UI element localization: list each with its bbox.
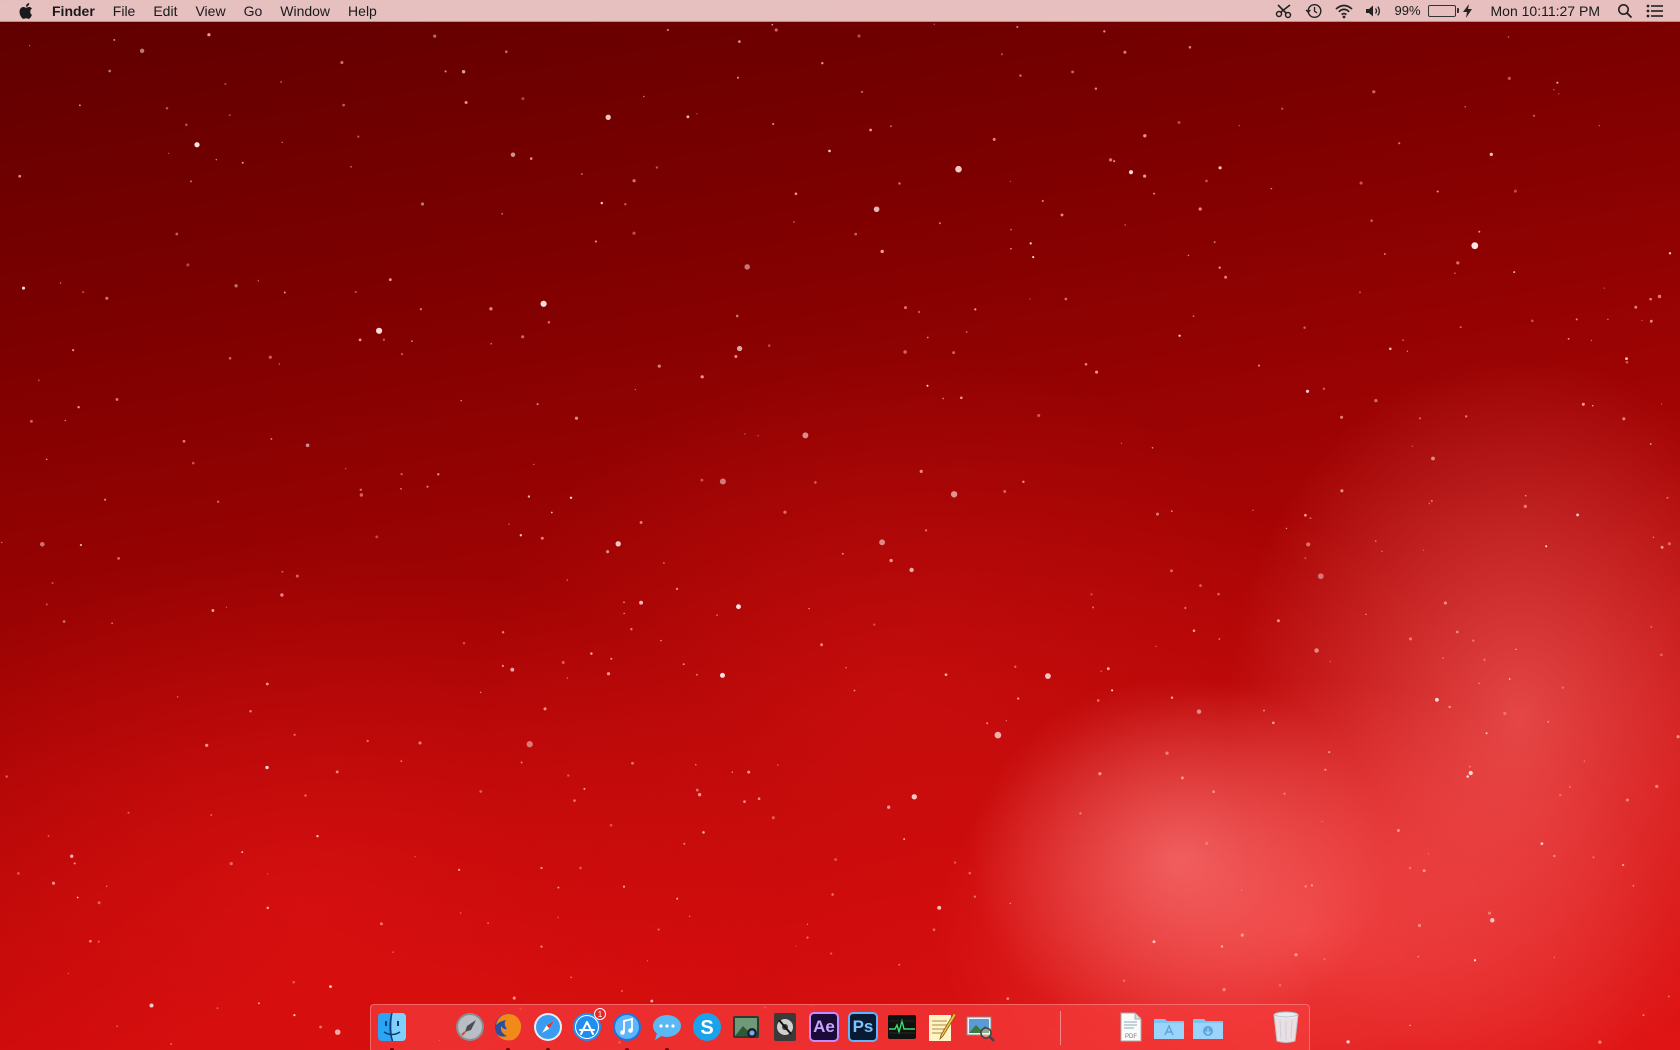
notification-center-icon[interactable] [1645,3,1665,19]
dock: 1 S Ae Ps PDF [370,1004,1310,1050]
menu-app-name[interactable]: Finder [52,0,104,22]
apple-icon[interactable] [18,2,34,19]
itunes-icon [613,1013,641,1041]
charging-bolt-icon [1463,3,1473,19]
menu-edit[interactable]: Edit [144,0,186,22]
time-machine-icon[interactable] [1304,3,1324,19]
battery-icon[interactable] [1427,4,1459,17]
final-cut-icon [774,1013,796,1041]
after-effects-icon: Ae [809,1012,839,1042]
photo-booth-icon [733,1016,759,1038]
launchpad-icon [456,1013,484,1041]
dock-item-trash[interactable] [1269,1010,1303,1044]
dock-item-launchpad[interactable] [453,1010,487,1044]
finder-icon [378,1012,406,1042]
spotlight-search-icon[interactable] [1615,3,1635,19]
battery-percent[interactable]: 99% [1389,3,1425,18]
menu-bar: Finder File Edit View Go Window Help 99%… [0,0,1680,22]
safari-icon [534,1013,562,1041]
firefox-icon [495,1014,522,1041]
menu-bar-status-area: 99% Mon 10:11:27 PM [1269,0,1680,22]
dock-item-activity-monitor[interactable] [885,1010,919,1044]
menu-go[interactable]: Go [235,0,272,22]
skype-icon: S [693,1013,721,1041]
photoshop-icon: Ps [848,1012,878,1042]
wifi-icon[interactable] [1334,3,1354,19]
messages-icon [653,1015,681,1040]
dock-item-safari[interactable] [531,1010,565,1050]
trash-icon [1273,1011,1299,1043]
applications-folder-icon [1154,1019,1184,1039]
dock-separator [1060,1011,1061,1045]
dock-item-textedit[interactable] [924,1010,958,1044]
dock-item-pdf-document[interactable]: PDF [1113,1010,1147,1044]
menu-window[interactable]: Window [271,0,339,22]
dock-item-itunes[interactable] [610,1010,644,1050]
dock-item-photoshop[interactable]: Ps [846,1010,880,1044]
dock-item-firefox[interactable] [491,1010,525,1050]
starfield [1,23,1680,1045]
dock-item-app-store[interactable]: 1 [570,1008,606,1044]
dock-item-downloads-folder[interactable] [1191,1010,1225,1044]
menu-clock[interactable]: Mon 10:11:27 PM [1477,3,1610,19]
after-effects-label: Ae [813,1017,835,1036]
dock-item-skype[interactable]: S [690,1010,724,1044]
dock-item-after-effects[interactable]: Ae [807,1010,841,1044]
dock-item-photo-booth[interactable] [729,1010,763,1044]
app-store-badge: 1 [594,1008,606,1020]
dock-item-preview[interactable] [963,1010,997,1044]
downloads-folder-icon [1193,1019,1223,1039]
pdf-document-icon: PDF [1120,1012,1142,1042]
menu-help[interactable]: Help [339,0,386,22]
dock-item-final-cut[interactable] [768,1010,802,1044]
textedit-icon [929,1012,957,1041]
volume-icon[interactable] [1364,3,1384,19]
dock-item-messages[interactable] [650,1010,684,1050]
menu-bar-left: Finder File Edit View Go Window Help [0,0,386,22]
bluetooth-scissors-icon[interactable] [1274,3,1294,19]
menu-file[interactable]: File [104,0,145,22]
dock-item-finder[interactable] [375,1010,409,1050]
dock-item-applications-folder[interactable] [1152,1010,1186,1044]
photoshop-label: Ps [852,1017,874,1036]
preview-icon [966,1016,995,1042]
desktop-wallpaper [0,0,1680,1050]
pdf-label: PDF [1125,1034,1137,1040]
svg-text:S: S [700,1017,713,1039]
activity-monitor-icon [888,1015,916,1039]
menu-view[interactable]: View [186,0,234,22]
